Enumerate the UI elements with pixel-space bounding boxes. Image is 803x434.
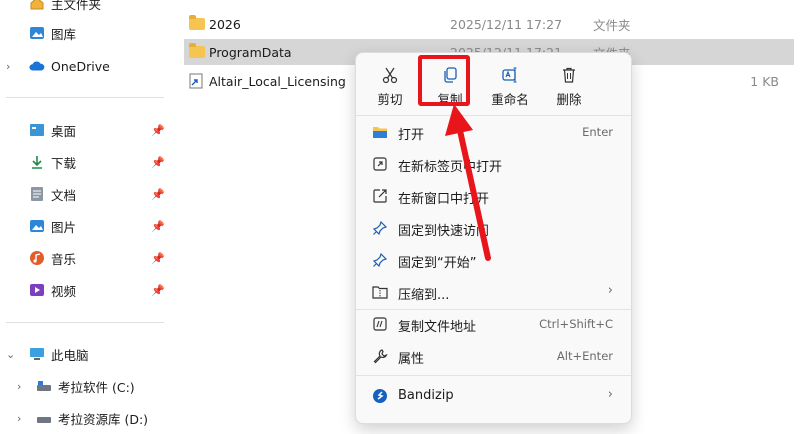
annotation-arrow: [445, 104, 491, 261]
